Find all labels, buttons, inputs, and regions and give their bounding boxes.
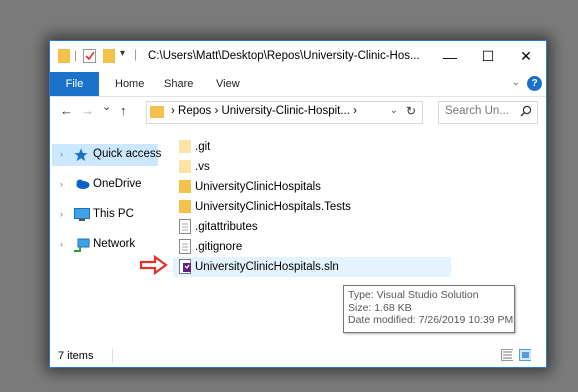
nav-item-label: Network: [93, 238, 136, 250]
folder-icon: [150, 106, 164, 118]
list-item[interactable]: .vs: [173, 157, 451, 177]
file-tooltip: Type: Visual Studio Solution Size: 1.68 …: [343, 285, 515, 333]
file-explorer-window: | ▾ | C:\Users\Matt\Desktop\Repos\Univer…: [49, 40, 547, 368]
customize-toolbar-icon[interactable]: ▾: [120, 48, 125, 59]
address-path: › Repos › University-Clinic-Hospit... ›: [171, 105, 357, 117]
document-icon: [179, 239, 191, 254]
list-item[interactable]: UniversityClinicHospitals.sln: [173, 257, 451, 277]
item-count: 7 items: [58, 350, 94, 362]
nav-item-label: Quick access: [93, 148, 162, 160]
tab-home[interactable]: Home: [115, 78, 144, 90]
chevron-right-icon[interactable]: ›: [60, 239, 63, 249]
chevron-right-icon[interactable]: ›: [60, 149, 63, 159]
chevron-right-icon[interactable]: ›: [60, 179, 63, 189]
forward-button[interactable]: →: [81, 103, 94, 118]
folder-icon: [179, 180, 191, 193]
expand-ribbon-icon[interactable]: ⌄: [512, 77, 520, 88]
separator: |: [74, 48, 78, 62]
recent-locations-button[interactable]: ⌄: [102, 100, 111, 113]
file-name: .gitattributes: [195, 221, 258, 233]
monitor-icon: [74, 208, 90, 221]
tooltip-size: Size: 1.68 KB: [348, 301, 412, 314]
nav-item-onedrive[interactable]: › OneDrive: [52, 174, 158, 196]
network-icon: [74, 238, 90, 252]
large-icons-view-icon[interactable]: [519, 349, 531, 361]
navigation-bar: ← → ⌄ ↑ › Repos › University-Clinic-Hosp…: [50, 97, 546, 127]
details-view-icon[interactable]: [501, 349, 513, 361]
arrow-icon: [139, 255, 168, 275]
chevron-right-icon[interactable]: ›: [60, 209, 63, 219]
address-bar[interactable]: › Repos › University-Clinic-Hospit... › …: [146, 101, 423, 124]
file-name: .git: [195, 141, 211, 153]
back-button[interactable]: ←: [60, 103, 73, 118]
up-button[interactable]: ↑: [120, 103, 127, 118]
nav-item-label: OneDrive: [93, 178, 142, 190]
list-item[interactable]: UniversityClinicHospitals.Tests: [173, 197, 451, 217]
folder-light-icon: [179, 140, 191, 153]
tab-file[interactable]: File: [50, 72, 99, 96]
folder-light-icon: [179, 160, 191, 173]
folder-icon: [179, 200, 191, 213]
search-placeholder: Search Un...: [445, 105, 509, 117]
nav-item-label: This PC: [93, 208, 134, 220]
nav-item-quick-access[interactable]: › Quick access: [52, 144, 162, 166]
file-name: UniversityClinicHospitals.Tests: [195, 201, 351, 213]
nav-item-this-pc[interactable]: › This PC: [52, 204, 158, 226]
address-dropdown-icon[interactable]: ⌄: [390, 105, 398, 116]
minimize-button[interactable]: —: [431, 41, 469, 72]
tooltip-date: Date modified: 7/26/2019 10:39 PM: [348, 314, 514, 326]
list-item[interactable]: .git: [173, 137, 451, 157]
status-bar: 7 items: [50, 345, 546, 367]
folder-icon: [58, 49, 70, 63]
maximize-button[interactable]: ☐: [469, 41, 507, 72]
list-item[interactable]: .gitattributes: [173, 217, 451, 237]
file-name: UniversityClinicHospitals.sln: [195, 261, 339, 273]
document-icon: [179, 219, 191, 234]
file-name: .vs: [195, 161, 210, 173]
window-title: C:\Users\Matt\Desktop\Repos\University-C…: [148, 50, 420, 62]
ribbon: File Home Share View ⌄ ?: [50, 72, 546, 97]
refresh-icon[interactable]: ↻: [406, 104, 416, 118]
list-item[interactable]: UniversityClinicHospitals: [173, 177, 451, 197]
visual-studio-solution-icon: [179, 259, 191, 274]
help-button[interactable]: ?: [527, 76, 542, 91]
navigation-pane: › Quick access › OneDrive › This PC › Ne…: [50, 136, 162, 336]
star-icon: [74, 148, 88, 161]
tab-view[interactable]: View: [216, 78, 240, 90]
file-name: .gitignore: [195, 241, 243, 253]
divider: [112, 349, 113, 363]
search-icon[interactable]: [520, 105, 532, 117]
tab-share[interactable]: Share: [164, 78, 193, 90]
cloud-icon: [76, 179, 90, 189]
separator: |: [134, 47, 138, 61]
tooltip-type: Type: Visual Studio Solution: [348, 289, 479, 301]
title-bar: | ▾ | C:\Users\Matt\Desktop\Repos\Univer…: [50, 41, 546, 72]
close-button[interactable]: ✕: [507, 41, 545, 72]
properties-icon[interactable]: [83, 49, 96, 63]
new-folder-icon[interactable]: [103, 49, 115, 63]
file-name: UniversityClinicHospitals: [195, 181, 321, 193]
nav-item-network[interactable]: › Network: [52, 234, 158, 256]
list-item[interactable]: .gitignore: [173, 237, 451, 257]
search-box[interactable]: Search Un...: [438, 101, 538, 124]
